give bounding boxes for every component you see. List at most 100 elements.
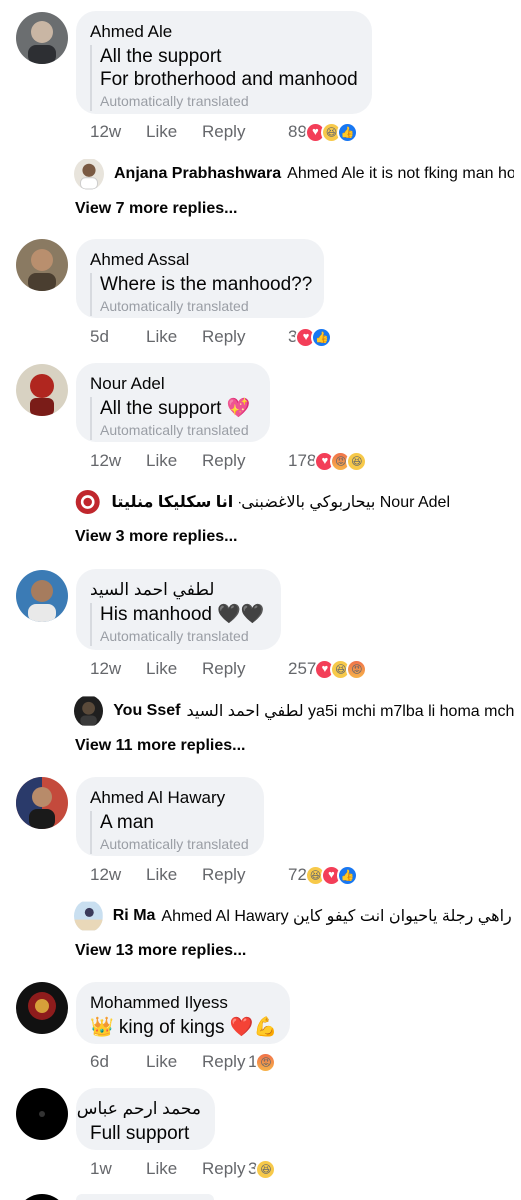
- like-button[interactable]: Like: [146, 122, 202, 142]
- comment-actions: 12w Like Reply 89 ♥ 😆 👍: [90, 121, 358, 143]
- reaction-summary[interactable]: 1 😡: [248, 1051, 277, 1073]
- comment-author[interactable]: Mohammed Ilyess: [90, 992, 276, 1014]
- comment-bubble[interactable]: [76, 1194, 214, 1200]
- comment-bubble[interactable]: Ahmed Al Hawary A man Automatically tran…: [76, 777, 264, 856]
- comment-age[interactable]: 12w: [90, 122, 146, 142]
- comment-actions: 1w Like Reply 3 😆: [90, 1158, 277, 1180]
- view-more-replies-link[interactable]: View 11 more replies...: [75, 737, 245, 755]
- reply-button[interactable]: Reply: [202, 1052, 248, 1072]
- comment-age[interactable]: 6d: [90, 1052, 146, 1072]
- comment-bubble[interactable]: لطفي احمد السيد His manhood 🖤🖤 Automatic…: [76, 569, 281, 650]
- avatar[interactable]: [74, 158, 104, 190]
- comment-age[interactable]: 12w: [90, 659, 146, 679]
- reply-button[interactable]: Reply: [202, 659, 288, 679]
- comment-text: For brotherhood and manhood: [100, 69, 358, 90]
- reply-preview[interactable]: Ri Ma Ahmed Al Hawary وين راهي رجلة ياحي…: [74, 900, 514, 932]
- reply-button[interactable]: Reply: [202, 865, 288, 885]
- reply-author[interactable]: You Ssef: [113, 702, 180, 720]
- reply-button[interactable]: Reply: [202, 451, 288, 471]
- comment-text-block: Full support: [90, 1122, 201, 1145]
- comment-bubble[interactable]: Ahmed Ale All the support For brotherhoo…: [76, 11, 372, 114]
- translation-label[interactable]: Automatically translated: [100, 627, 267, 646]
- comment-bubble[interactable]: محمد ارحم عباس Full support: [76, 1088, 215, 1150]
- comment-text: All the support: [100, 46, 222, 67]
- reply-preview[interactable]: Anjana Prabhashwara Ahmed Ale it is not …: [74, 158, 514, 190]
- comment-bubble[interactable]: Nour Adel All the support 💖 Automaticall…: [76, 363, 270, 442]
- like-button[interactable]: Like: [146, 1052, 202, 1072]
- comment-bubble[interactable]: Ahmed Assal Where is the manhood?? Autom…: [76, 239, 324, 318]
- comment-age[interactable]: 12w: [90, 865, 146, 885]
- comment-text: 👑 king of kings ❤️💪: [90, 1017, 278, 1038]
- comment-author[interactable]: Ahmed Ale: [90, 21, 358, 43]
- reply-preview[interactable]: انا سكليكا منليتا Nour Adel بيحاربوكي با…: [74, 486, 450, 518]
- avatar[interactable]: [16, 364, 68, 416]
- avatar[interactable]: [16, 1194, 68, 1200]
- comment-text-block: A man Automatically translated: [90, 811, 250, 854]
- reply-author[interactable]: Ri Ma: [113, 907, 156, 925]
- comment-text-block: His manhood 🖤🖤 Automatically translated: [90, 603, 267, 646]
- avatar[interactable]: [16, 239, 68, 291]
- comment-text: Full support: [90, 1123, 190, 1144]
- view-more-replies-link[interactable]: View 7 more replies...: [75, 200, 237, 218]
- comment-actions: 12w Like Reply 178 ♥ 😡 😆: [90, 450, 368, 472]
- haha-icon: 😆: [255, 1158, 277, 1180]
- reaction-summary[interactable]: 178 ♥ 😡 😆: [288, 450, 368, 472]
- reaction-summary[interactable]: 72 😆 ♥ 👍: [288, 864, 358, 886]
- comment-author[interactable]: Ahmed Al Hawary: [90, 787, 250, 809]
- translation-label[interactable]: Automatically translated: [100, 297, 310, 316]
- reaction-count: 257: [288, 659, 317, 678]
- like-icon: 👍: [336, 864, 358, 886]
- avatar[interactable]: [74, 900, 103, 932]
- translation-label[interactable]: Automatically translated: [100, 835, 250, 854]
- comment-text-block: All the support For brotherhood and manh…: [90, 45, 358, 111]
- angry-icon: 😡: [346, 658, 368, 680]
- angry-icon: 😡: [255, 1051, 277, 1073]
- comment-age[interactable]: 12w: [90, 451, 146, 471]
- comment-author[interactable]: لطفي احمد السيد: [90, 579, 267, 601]
- avatar[interactable]: [16, 12, 68, 64]
- avatar[interactable]: [74, 486, 102, 518]
- comment-author[interactable]: Nour Adel: [90, 373, 256, 395]
- comment-text: Where is the manhood??: [100, 274, 313, 295]
- avatar[interactable]: [16, 1088, 68, 1140]
- reaction-count: 178: [288, 451, 317, 470]
- comment-age[interactable]: 5d: [90, 327, 146, 347]
- reply-button[interactable]: Reply: [202, 327, 288, 347]
- avatar[interactable]: [16, 777, 68, 829]
- translation-label[interactable]: Automatically translated: [100, 421, 256, 440]
- translation-label[interactable]: Automatically translated: [100, 92, 358, 111]
- like-button[interactable]: Like: [146, 451, 202, 471]
- comment-text: A man: [100, 812, 154, 833]
- like-button[interactable]: Like: [146, 865, 202, 885]
- comment-actions: 12w Like Reply 72 😆 ♥ 👍: [90, 864, 358, 886]
- avatar[interactable]: [16, 570, 68, 622]
- comment-age[interactable]: 1w: [90, 1159, 146, 1179]
- reaction-summary[interactable]: 3 😆: [248, 1158, 277, 1180]
- comment-text-block: 👑 king of kings ❤️💪: [90, 1016, 278, 1039]
- reply-author[interactable]: Anjana Prabhashwara: [114, 165, 281, 183]
- comment-actions: 6d Like Reply 1 😡: [90, 1051, 277, 1073]
- like-icon: 👍: [311, 326, 333, 348]
- like-icon: 👍: [336, 121, 358, 143]
- reply-preview[interactable]: You Ssef لطفي احمد السيد ya5i mchi m7lba…: [74, 695, 514, 727]
- reply-button[interactable]: Reply: [202, 1159, 248, 1179]
- comment-author[interactable]: Ahmed Assal: [90, 249, 310, 271]
- reply-button[interactable]: Reply: [202, 122, 288, 142]
- view-more-replies-link[interactable]: View 13 more replies...: [75, 942, 246, 960]
- comment-bubble[interactable]: Mohammed Ilyess 👑 king of kings ❤️💪: [76, 982, 290, 1044]
- comment-text-block: All the support 💖 Automatically translat…: [90, 397, 256, 440]
- haha-icon: 😆: [346, 450, 368, 472]
- reaction-summary[interactable]: 3 ♥ 👍: [288, 326, 333, 348]
- reply-text: Ahmed Ale it is not fking man ho...: [287, 165, 514, 182]
- view-more-replies-link[interactable]: View 3 more replies...: [75, 528, 237, 546]
- reply-author[interactable]: انا سكليكا منليتا: [111, 492, 233, 512]
- like-button[interactable]: Like: [146, 659, 202, 679]
- avatar[interactable]: [16, 982, 68, 1034]
- reaction-summary[interactable]: 89 ♥ 😆 👍: [288, 121, 358, 143]
- comment-text: His manhood 🖤🖤: [100, 604, 265, 625]
- reaction-summary[interactable]: 257 ♥ 😆 😡: [288, 658, 368, 680]
- avatar[interactable]: [74, 695, 104, 727]
- like-button[interactable]: Like: [146, 327, 202, 347]
- like-button[interactable]: Like: [146, 1159, 202, 1179]
- comment-author[interactable]: محمد ارحم عباس: [77, 1098, 201, 1120]
